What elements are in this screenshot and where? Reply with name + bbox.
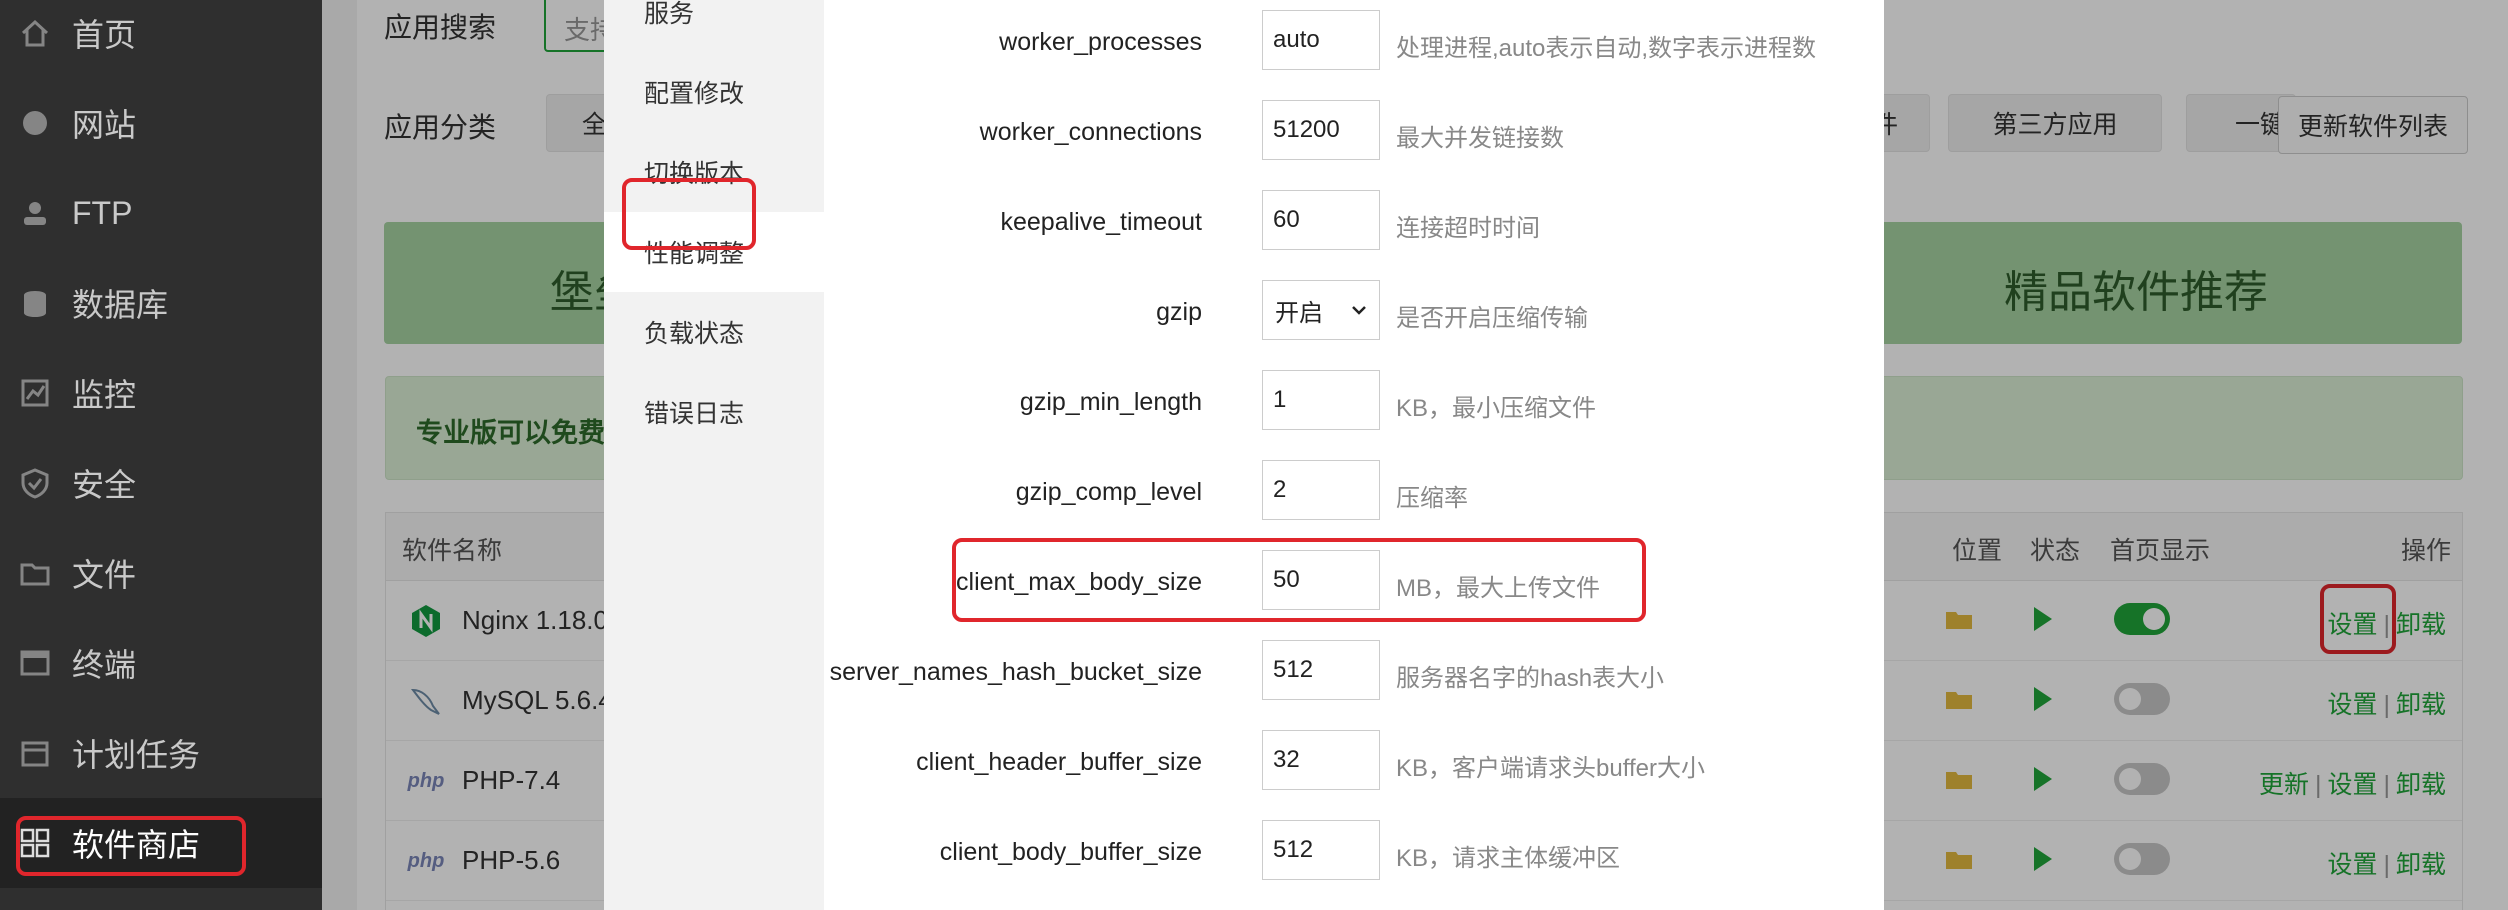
field-label: worker_connections [979,118,1202,146]
field-hint: 是否开启压缩传输 [1396,305,1588,332]
sidebar-item-label: 监控 [72,377,137,413]
field-label: client_header_buffer_size [916,748,1202,776]
sidebar-item-label: 数据库 [72,287,169,323]
field-hint: KB，客户端请求头buffer大小 [1396,755,1705,782]
performance-tab-highlight-box [622,178,756,250]
field-hint: 压缩率 [1396,485,1468,512]
sidebar-item-label: 终端 [72,647,137,683]
sidebar-item-label: 文件 [72,557,137,593]
home-icon [18,16,52,50]
sidebar-item-label: 软件商店 [72,827,201,863]
monitor-chart-icon [18,376,52,410]
field-gzip-min-length: gzip_min_length KB，最小压缩文件 [824,358,1884,448]
modal-tab-load-status[interactable]: 负载状态 [604,292,824,372]
worker-processes-input[interactable] [1262,10,1380,70]
modal-nav: 服务 配置修改 切换版本 性能调整 负载状态 错误日志 [604,0,824,910]
field-hint: 最大并发链接数 [1396,125,1564,152]
sidebar-item-app-store[interactable]: 软件商店 [0,798,322,888]
field-label: client_body_buffer_size [939,838,1202,866]
globe-icon [18,106,52,140]
client-body-buffer-size-input[interactable] [1262,820,1380,880]
sidebar-item-label: 安全 [72,467,137,503]
keepalive-timeout-input[interactable] [1262,190,1380,250]
sidebar-item-home[interactable]: 首页 [0,0,322,78]
sidebar-item-files[interactable]: 文件 [0,528,322,618]
gzip-comp-level-input[interactable] [1262,460,1380,520]
calendar-icon [18,736,52,770]
field-hint: 连接超时时间 [1396,215,1540,242]
field-gzip: gzip 开启 是否开启压缩传输 [824,268,1884,358]
gzip-select[interactable]: 开启 [1262,280,1380,340]
field-label: gzip_comp_level [1015,478,1202,506]
field-server-names-hash-bucket-size: server_names_hash_bucket_size 服务器名字的hash… [824,628,1884,718]
sidebar-item-security[interactable]: 安全 [0,438,322,528]
field-hint: KB，最小压缩文件 [1396,395,1597,422]
sidebar-item-label: 计划任务 [72,737,201,773]
sidebar-item-terminal[interactable]: 终端 [0,618,322,708]
ftp-user-icon [18,196,52,230]
client-max-body-size-highlight-box [952,538,1646,622]
database-icon [18,286,52,320]
sidebar-item-label: FTP [72,194,133,231]
field-label: worker_processes [999,28,1202,56]
folder-icon [18,556,52,590]
field-worker-processes: worker_processes 处理进程,auto表示自动,数字表示进程数 [824,0,1884,88]
field-label: server_names_hash_bucket_size [829,658,1202,686]
sidebar: 首页 网站 FTP 数据库 监控 安全 文件 终端 计划任务 软件商店 [0,0,322,910]
field-label: gzip_min_length [1019,388,1202,416]
sidebar-item-label: 网站 [72,107,137,143]
sidebar-item-label: 首页 [72,17,137,53]
chevron-down-icon [1352,306,1366,315]
server-names-hash-bucket-size-input[interactable] [1262,640,1380,700]
sidebar-item-database[interactable]: 数据库 [0,258,322,348]
sidebar-item-website[interactable]: 网站 [0,78,322,168]
field-hint: KB，请求主体缓冲区 [1396,845,1621,872]
modal-tab-service[interactable]: 服务 [604,0,824,52]
gzip-min-length-input[interactable] [1262,370,1380,430]
modal-tab-error-log[interactable]: 错误日志 [604,372,824,452]
client-header-buffer-size-input[interactable] [1262,730,1380,790]
worker-connections-input[interactable] [1262,100,1380,160]
field-client-header-buffer-size: client_header_buffer_size KB，客户端请求头buffe… [824,718,1884,808]
sidebar-item-ftp[interactable]: FTP [0,168,322,258]
field-label: keepalive_timeout [1000,208,1202,236]
terminal-icon [18,646,52,680]
field-worker-connections: worker_connections 最大并发链接数 [824,88,1884,178]
sidebar-item-cron[interactable]: 计划任务 [0,708,322,798]
field-gzip-comp-level: gzip_comp_level 压缩率 [824,448,1884,538]
field-hint: 服务器名字的hash表大小 [1396,665,1665,692]
field-label: gzip [1156,298,1202,326]
shield-icon [18,466,52,500]
modal-tab-config[interactable]: 配置修改 [604,52,824,132]
field-client-body-buffer-size: client_body_buffer_size KB，请求主体缓冲区 [824,808,1884,898]
nginx-settings-modal: 服务 配置修改 切换版本 性能调整 负载状态 错误日志 worker_proce… [604,0,1884,910]
apps-grid-icon [18,826,52,860]
field-hint: 处理进程,auto表示自动,数字表示进程数 [1396,35,1817,62]
sidebar-item-monitor[interactable]: 监控 [0,348,322,438]
gzip-selected-value: 开启 [1275,299,1323,327]
field-keepalive-timeout: keepalive_timeout 连接超时时间 [824,178,1884,268]
